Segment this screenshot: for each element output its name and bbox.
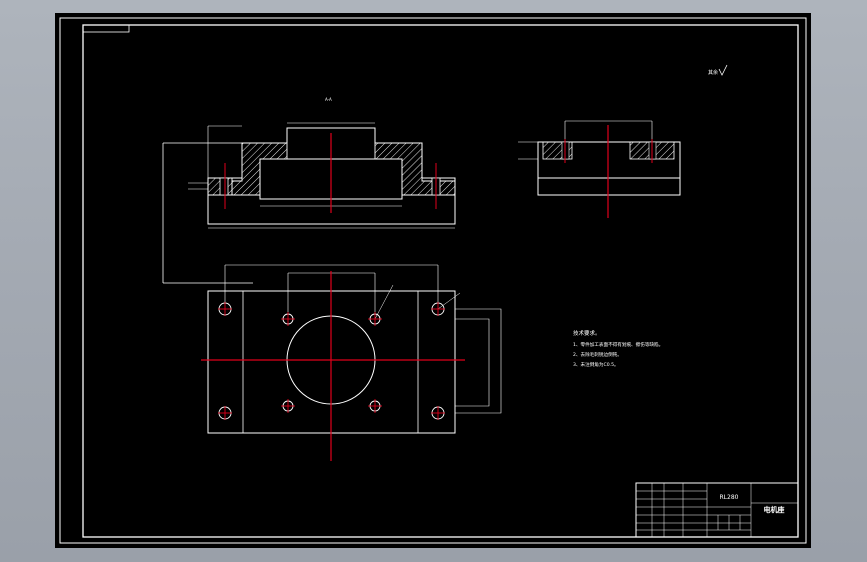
inner-frame: [82, 24, 799, 538]
drawing-viewport[interactable]: 其余 A-A 技术要求。 1、零件加工表面不得有划痕、擦伤等缺陷。 2、去除毛刺…: [55, 13, 811, 548]
technical-notes: 技术要求。 1、零件加工表面不得有划痕、擦伤等缺陷。 2、去除毛刺锐边倒钝。 3…: [573, 329, 663, 368]
tech-note-line: 3、未注倒角为C0.5。: [573, 361, 619, 368]
part-name: 电机座: [764, 505, 785, 514]
tech-notes-heading: 技术要求。: [573, 329, 601, 337]
tech-note-line: 1、零件加工表面不得有划痕、擦伤等缺陷。: [573, 341, 663, 348]
side-view: [518, 120, 681, 218]
svg-text:A-A: A-A: [325, 97, 332, 102]
part-code: RL280: [720, 494, 739, 501]
tech-note-line: 2、去除毛刺锐边倒钝。: [573, 351, 622, 358]
top-view: [201, 264, 502, 461]
outer-frame: [59, 17, 807, 544]
surface-roughness-symbol: 其余: [708, 64, 728, 76]
title-block: RL280 电机座: [635, 482, 799, 538]
cad-drawing: 其余 A-A 技术要求。 1、零件加工表面不得有划痕、擦伤等缺陷。 2、去除毛刺…: [59, 17, 807, 544]
front-section-view: A-A: [162, 97, 456, 284]
corner-label-box: [82, 24, 130, 33]
svg-text:其余: 其余: [708, 69, 718, 76]
